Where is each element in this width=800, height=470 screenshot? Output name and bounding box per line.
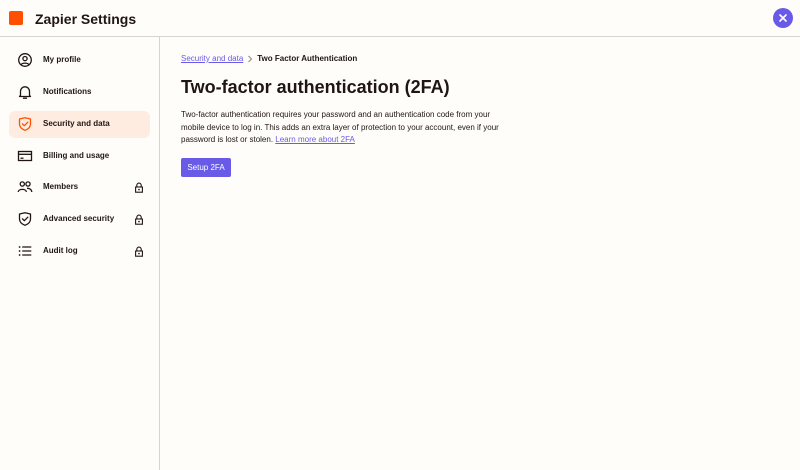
credit-card-icon	[17, 150, 33, 162]
page-title: Two-factor authentication (2FA)	[181, 77, 450, 97]
settings-sidebar: My profile Notifications Security and da…	[0, 37, 160, 470]
breadcrumb-link-security-and-data[interactable]: Security and data	[181, 54, 243, 64]
close-icon	[779, 14, 787, 22]
sidebar-item-billing-and-usage[interactable]: Billing and usage	[9, 143, 150, 170]
sidebar-item-label: My profile	[43, 55, 81, 64]
lock-icon	[135, 182, 143, 193]
setup-2fa-button[interactable]: Setup 2FA	[181, 158, 231, 177]
shield-check-icon	[18, 117, 32, 131]
sidebar-item-members[interactable]: Members	[9, 174, 150, 201]
sidebar-item-label: Security and data	[43, 119, 110, 128]
sidebar-item-label: Audit log	[43, 246, 78, 255]
lock-icon	[135, 246, 143, 257]
users-icon	[17, 181, 33, 193]
learn-more-link[interactable]: Learn more about 2FA	[275, 135, 355, 144]
shield-check-icon	[18, 212, 32, 226]
close-button[interactable]	[773, 8, 793, 28]
sidebar-item-audit-log[interactable]: Audit log	[9, 238, 150, 265]
bell-icon	[18, 86, 32, 99]
sidebar-item-label: Advanced security	[43, 214, 115, 223]
sidebar-item-my-profile[interactable]: My profile	[9, 47, 150, 74]
description: Two-factor authentication requires your …	[181, 109, 511, 147]
zapier-logo	[9, 11, 23, 25]
list-icon	[18, 246, 32, 256]
lock-icon	[135, 214, 143, 225]
sidebar-item-advanced-security[interactable]: Advanced security	[9, 206, 150, 233]
sidebar-item-notifications[interactable]: Notifications	[9, 79, 150, 106]
chevron-right-icon	[248, 55, 253, 63]
sidebar-item-security-and-data[interactable]: Security and data	[9, 111, 150, 138]
sidebar-item-label: Notifications	[43, 87, 92, 96]
breadcrumb: Security and data Two Factor Authenticat…	[181, 54, 357, 64]
sidebar-item-label: Billing and usage	[43, 151, 110, 160]
app-title: Zapier Settings	[35, 11, 137, 27]
app-header: Zapier Settings	[0, 0, 800, 37]
breadcrumb-current: Two Factor Authentication	[257, 54, 358, 63]
user-circle-icon	[18, 53, 32, 67]
sidebar-item-label: Members	[43, 182, 79, 191]
